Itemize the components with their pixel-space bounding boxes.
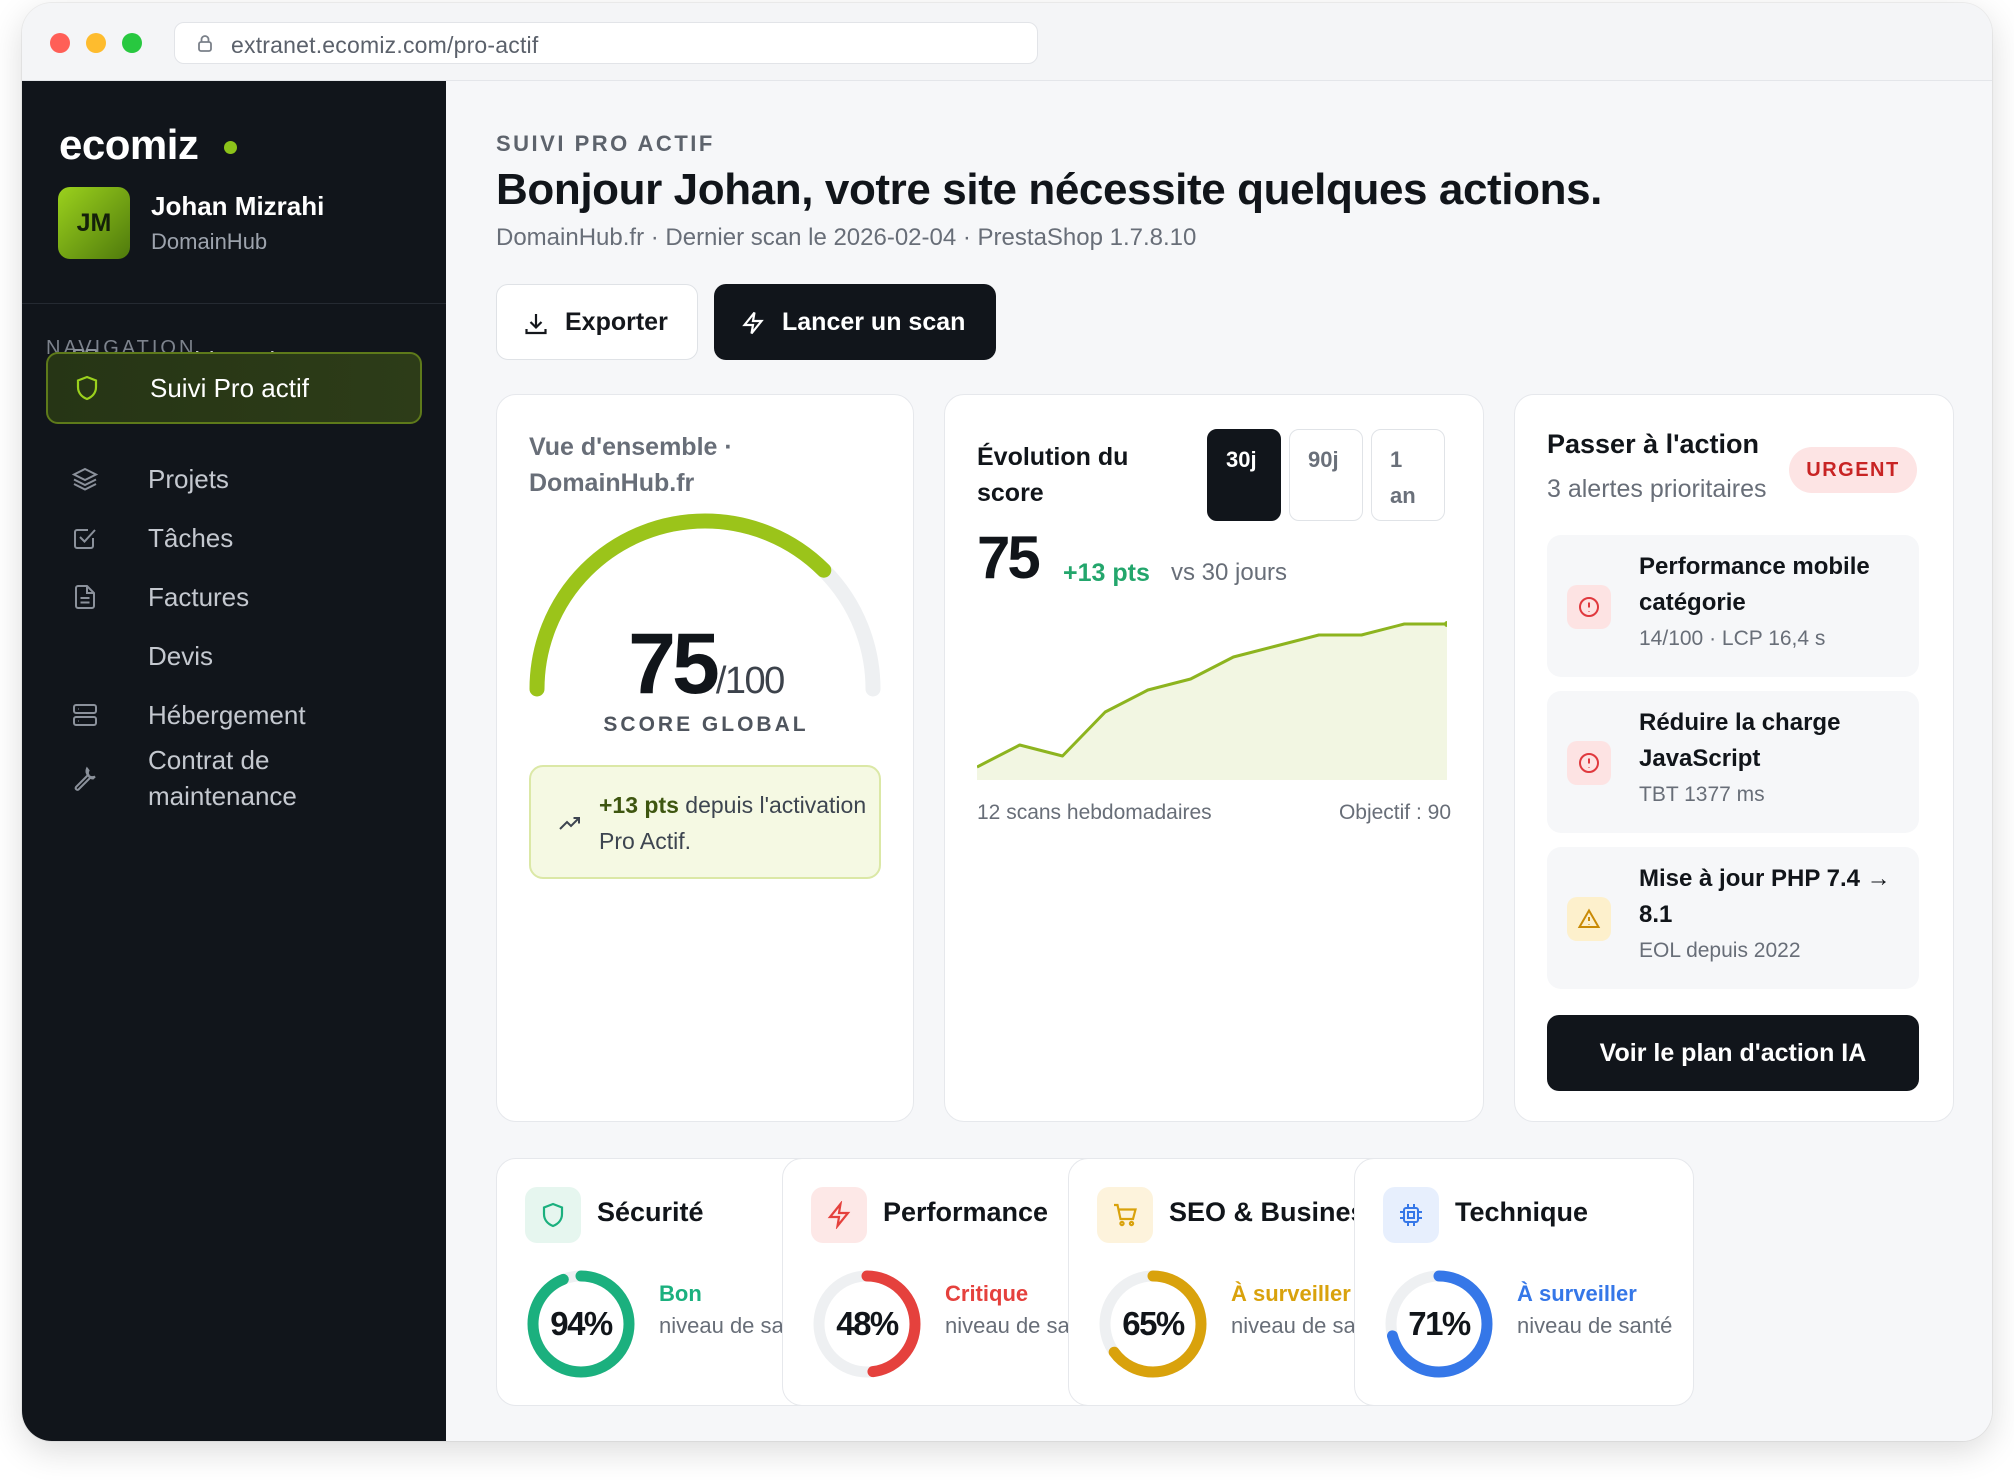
metric-value: 48% — [836, 1305, 899, 1342]
cart-icon — [1097, 1187, 1153, 1243]
lock-icon — [198, 35, 212, 52]
alert-item[interactable]: Réduire la charge JavaScript TBT 1377 ms — [1547, 691, 1919, 833]
page-eyebrow: SUIVI PRO ACTIF — [496, 131, 715, 156]
sidebar-item-label: Devis — [148, 641, 214, 671]
alert-title: Mise à jour PHP 7.4 → 8.1 — [1639, 865, 1891, 928]
alert-circle-icon — [1567, 585, 1611, 629]
launch-scan-button-label: Lancer un scan — [782, 307, 966, 336]
metric-value: 71% — [1408, 1305, 1471, 1342]
metric-status: Bon — [659, 1281, 702, 1306]
alert-circle-icon — [1567, 741, 1611, 785]
alert-meta: 14/100 · LCP 16,4 s — [1639, 627, 1826, 650]
gauge-score: 75/100 — [497, 615, 915, 714]
overview-title: Vue d'ensemble · DomainHub.fr — [529, 433, 733, 497]
chart-area — [977, 624, 1447, 780]
action-subtitle: 3 alertes prioritaires — [1547, 475, 1767, 503]
evolution-delta: +13 pts — [1063, 559, 1150, 587]
sidebar-divider — [22, 303, 446, 304]
metric-title: Performance — [883, 1197, 1049, 1227]
bolt-icon — [811, 1187, 867, 1243]
checkbox-icon — [70, 523, 100, 553]
metric-card-technique[interactable]: Technique 71% À surveiller niveau de san… — [1354, 1158, 1694, 1406]
urgent-badge: URGENT — [1789, 447, 1917, 493]
layers-icon — [70, 464, 100, 494]
minimize-window-button[interactable] — [86, 33, 106, 53]
action-card: Passer à l'action 3 alertes prioritaires… — [1514, 394, 1954, 1122]
document-icon — [70, 582, 100, 612]
chart-footer-objective: Objectif : 90 — [1338, 801, 1451, 824]
metric-title: Sécurité — [597, 1197, 704, 1227]
user-org: DomainHub — [151, 229, 268, 254]
metric-title: Technique — [1455, 1197, 1589, 1227]
user-name: Johan Mizrahi — [151, 191, 325, 221]
metric-value: 94% — [550, 1305, 613, 1342]
chart-footer-scans: 12 scans hebdomadaires — [977, 801, 1212, 824]
trend-callout: +13 pts depuis l'activation Pro Actif. — [529, 765, 881, 879]
score-evolution-chart — [977, 621, 1447, 780]
sidebar-item-suivi-pro-actif[interactable]: Suivi Pro actif — [46, 352, 422, 424]
export-button-label: Exporter — [565, 307, 668, 336]
shield-icon — [525, 1187, 581, 1243]
server-icon — [70, 700, 100, 730]
sidebar-item-label: Suivi Pro actif — [150, 373, 309, 403]
page-title: Bonjour Johan, votre site nécessite quel… — [496, 165, 1602, 214]
trending-up-icon — [559, 817, 580, 830]
shield-icon — [72, 373, 102, 403]
main-content: SUIVI PRO ACTIF Bonjour Johan, votre sit… — [446, 81, 1992, 1441]
page-subtitle: DomainHub.fr · Dernier scan le 2026-02-0… — [496, 224, 1197, 251]
alert-title: Performance mobile catégorie — [1639, 553, 1870, 616]
sidebar-item-label: Contrat de maintenance — [148, 745, 297, 811]
wrench-icon — [70, 763, 100, 793]
evolution-title: Évolution du score — [977, 443, 1129, 507]
sidebar-item-label: Factures — [148, 582, 250, 612]
alert-item[interactable]: Performance mobile catégorie 14/100 · LC… — [1547, 535, 1919, 677]
sidebar: ecomiz JM Johan Mizrahi DomainHub NAVIGA… — [22, 81, 446, 1441]
period-90j-tab[interactable]: 90j — [1289, 429, 1363, 521]
browser-toolbar: extranet.ecomiz.com/pro-actif — [22, 3, 1992, 81]
close-window-button[interactable] — [50, 33, 70, 53]
alert-item[interactable]: Mise à jour PHP 7.4 → 8.1 EOL depuis 202… — [1547, 847, 1919, 989]
evolution-score: 75 — [977, 524, 1041, 591]
alert-meta: TBT 1377 ms — [1639, 783, 1765, 806]
evolution-comparison: vs 30 jours — [1171, 559, 1288, 586]
score-label: SCORE GLOBAL — [603, 713, 809, 736]
metric-title: SEO & Business — [1169, 1197, 1381, 1227]
sidebar-item-label: Tâches — [148, 523, 234, 553]
metric-status: À surveiller — [1231, 1281, 1351, 1306]
score-value: 75 — [628, 616, 720, 712]
ai-action-plan-button[interactable]: Voir le plan d'action IA — [1547, 1015, 1919, 1091]
period-30j-tab[interactable]: 30j — [1207, 429, 1281, 521]
alert-title: Réduire la charge JavaScript — [1639, 709, 1841, 772]
brand-logo[interactable]: ecomiz — [59, 121, 199, 169]
period-1an-tab[interactable]: 1 an — [1371, 429, 1445, 521]
address-bar[interactable]: extranet.ecomiz.com/pro-actif — [174, 22, 1038, 64]
score-max: /100 — [715, 660, 785, 702]
metric-status: Critique — [945, 1281, 1029, 1306]
warning-triangle-icon — [1567, 897, 1611, 941]
trend-delta: +13 pts — [599, 792, 679, 818]
metric-value: 65% — [1122, 1305, 1185, 1342]
browser-window: extranet.ecomiz.com/pro-actif ecomiz JM … — [22, 3, 1992, 1441]
metric-description: niveau de santé — [1517, 1313, 1673, 1338]
url-text[interactable]: extranet.ecomiz.com/pro-actif — [231, 32, 538, 59]
export-button[interactable]: Exporter — [496, 284, 698, 360]
trend-text: +13 pts depuis l'activation Pro Actif. — [599, 787, 869, 859]
overview-card: Vue d'ensemble · DomainHub.fr 75/100 SCO… — [496, 394, 914, 1122]
bolt-icon — [742, 311, 764, 335]
maximize-window-button[interactable] — [122, 33, 142, 53]
launch-scan-button[interactable]: Lancer un scan — [714, 284, 996, 360]
sidebar-item-label: Hébergement — [148, 700, 306, 730]
sidebar-item-label: Projets — [148, 464, 229, 494]
download-icon — [525, 314, 547, 335]
metric-status: À surveiller — [1517, 1281, 1637, 1306]
score-evolution-card: Évolution du score 30j 90j 1 an 75 +13 p… — [944, 394, 1484, 1122]
avatar[interactable]: JM — [58, 187, 130, 259]
logo-dot — [224, 141, 237, 154]
action-title: Passer à l'action — [1547, 429, 1760, 459]
alert-meta: EOL depuis 2022 — [1639, 939, 1801, 962]
sidebar-item-contrat-maintenance[interactable]: Contrat de maintenance — [46, 731, 422, 825]
cpu-icon — [1383, 1187, 1439, 1243]
